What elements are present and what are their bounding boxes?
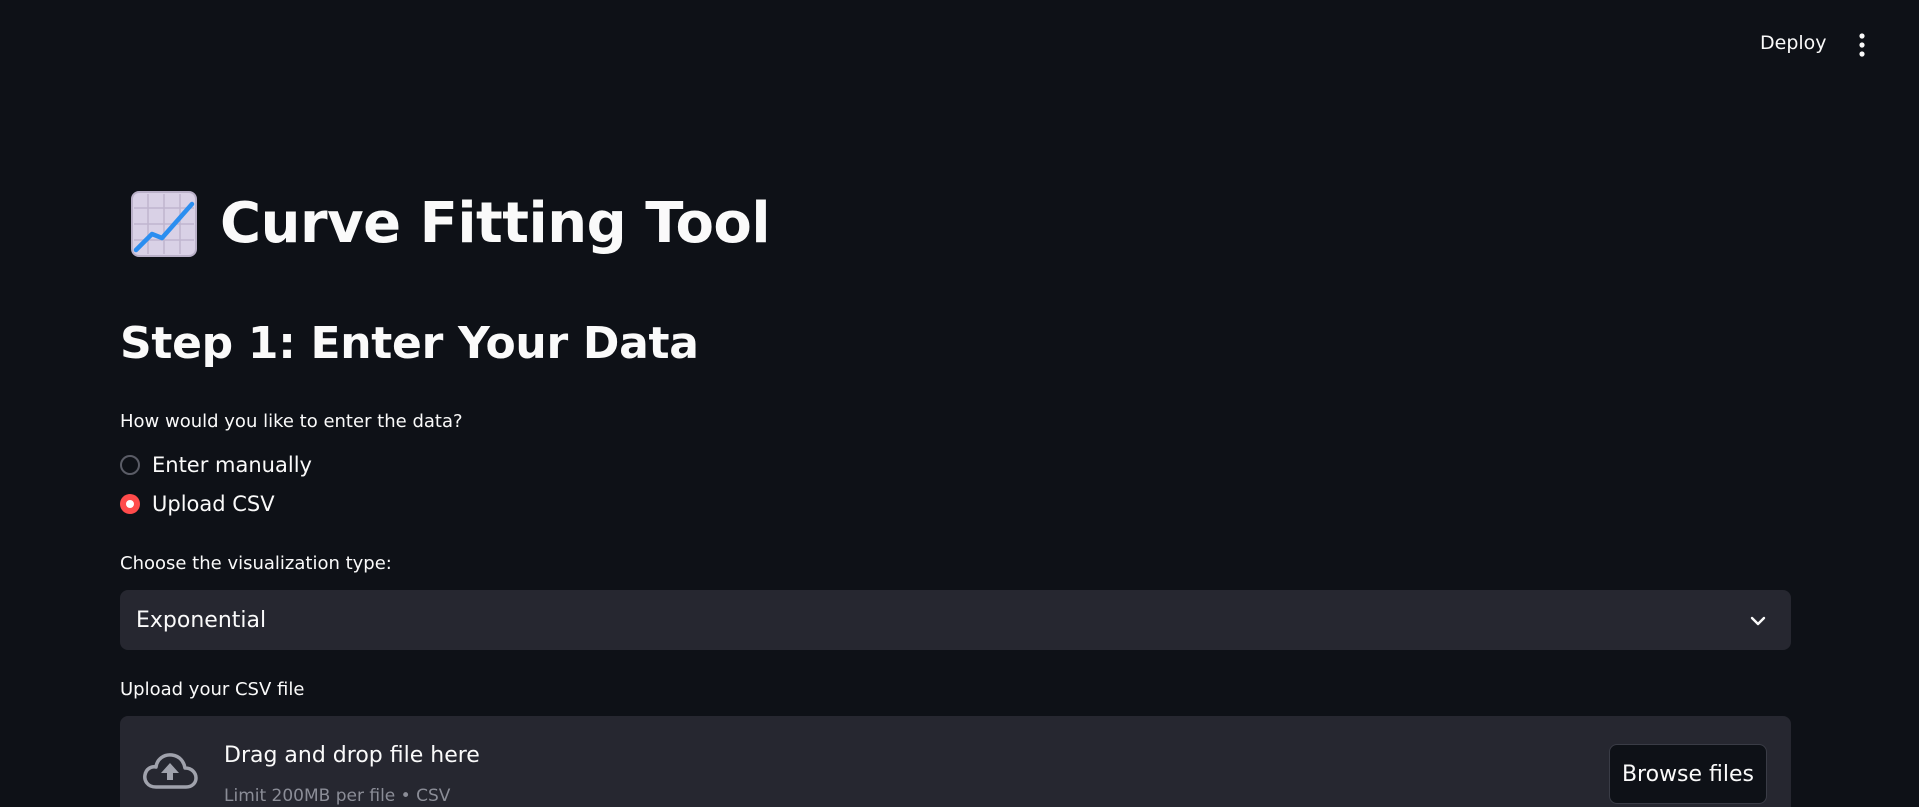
dropzone-title: Drag and drop file here xyxy=(224,743,480,768)
page-title-text: Curve Fitting Tool xyxy=(220,191,771,256)
visualization-type-label: Choose the visualization type: xyxy=(120,553,392,574)
app-page: Deploy Curve Fitting Tool Step 1: Enter … xyxy=(0,0,1919,807)
file-dropzone[interactable]: Drag and drop file here Limit 200MB per … xyxy=(120,716,1791,807)
vertical-ellipsis-icon[interactable] xyxy=(1852,32,1872,58)
dropzone-subtitle: Limit 200MB per file • CSV xyxy=(224,786,451,806)
deploy-button[interactable]: Deploy xyxy=(1760,32,1827,54)
chart-increasing-icon xyxy=(130,190,198,258)
radio-upload-csv[interactable]: Upload CSV xyxy=(120,492,275,516)
input-method-label: How would you like to enter the data? xyxy=(120,411,463,432)
radio-label: Upload CSV xyxy=(152,492,275,516)
chevron-down-icon xyxy=(1749,611,1767,629)
radio-button-unchecked[interactable] xyxy=(120,455,140,475)
upload-label: Upload your CSV file xyxy=(120,679,305,700)
page-title: Curve Fitting Tool xyxy=(130,190,771,258)
app-header: Deploy xyxy=(0,0,1919,90)
radio-button-checked[interactable] xyxy=(120,494,140,514)
select-value: Exponential xyxy=(136,607,267,633)
step1-heading: Step 1: Enter Your Data xyxy=(120,318,699,369)
cloud-upload-icon xyxy=(142,750,198,792)
radio-label: Enter manually xyxy=(152,453,312,477)
browse-files-button[interactable]: Browse files xyxy=(1609,744,1767,804)
visualization-type-select[interactable]: Exponential xyxy=(120,590,1791,650)
radio-enter-manually[interactable]: Enter manually xyxy=(120,453,312,477)
